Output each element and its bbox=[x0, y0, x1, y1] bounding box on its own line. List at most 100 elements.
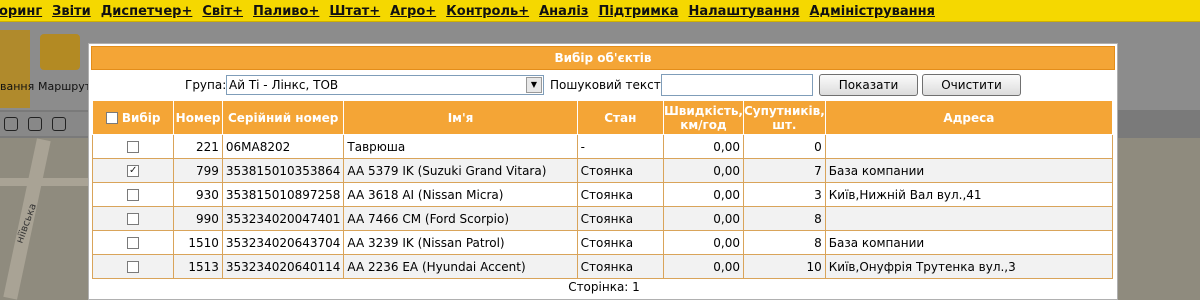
table-header-row: Вибір Номер Серійний номер Ім'я Стан Шви… bbox=[91, 100, 1114, 135]
cell-serial: 353234020640114 bbox=[221, 254, 345, 279]
background-map-tools bbox=[0, 112, 90, 153]
table-row[interactable]: 1513 353234020640114 AA 2236 EA (Hyundai… bbox=[91, 254, 1114, 279]
cell-name: AA 5379 IK (Suzuki Grand Vitara) bbox=[343, 158, 578, 183]
row-select-cell bbox=[91, 254, 175, 279]
cell-speed: 0,00 bbox=[662, 158, 744, 183]
header-serial: Серійний номер bbox=[221, 100, 345, 135]
show-button[interactable]: Показати bbox=[819, 74, 918, 96]
cell-state: Стоянка bbox=[576, 206, 664, 231]
row-select-cell bbox=[91, 206, 175, 231]
cell-name: Таврюша bbox=[343, 134, 578, 159]
cell-name: AA 7466 CM (Ford Scorpio) bbox=[343, 206, 578, 231]
cell-speed: 0,00 bbox=[662, 230, 744, 255]
header-address: Адреса bbox=[824, 100, 1114, 135]
menu-item-monitoring[interactable]: оринг bbox=[0, 4, 42, 19]
top-menu-bar: оринг Звіти Диспетчер+ Світ+ Паливо+ Шта… bbox=[0, 0, 1200, 22]
cell-satellites: 3 bbox=[742, 182, 826, 207]
clear-button[interactable]: Очистити bbox=[922, 74, 1021, 96]
menu-item-settings[interactable]: Налаштування bbox=[688, 4, 799, 19]
background-routes-button: Маршрути bbox=[36, 30, 98, 104]
group-select[interactable]: Ай Ті - Лінкс, ТОВ ▼ bbox=[226, 75, 544, 95]
background-map-right bbox=[1113, 138, 1200, 300]
menu-item-analysis[interactable]: Аналіз bbox=[539, 4, 588, 19]
table-row[interactable]: 990 353234020047401 AA 7466 CM (Ford Sco… bbox=[91, 206, 1114, 231]
search-input[interactable] bbox=[661, 74, 813, 96]
cell-number: 1510 bbox=[173, 230, 223, 255]
cell-speed: 0,00 bbox=[662, 182, 744, 207]
table-row[interactable]: 1510 353234020643704 AA 3239 IK (Nissan … bbox=[91, 230, 1114, 255]
map-road bbox=[0, 178, 90, 186]
menu-item-staff[interactable]: Штат+ bbox=[329, 4, 380, 19]
cell-name: AA 2236 EA (Hyundai Accent) bbox=[343, 254, 578, 279]
cell-serial: 353234020047401 bbox=[221, 206, 345, 231]
row-checkbox[interactable] bbox=[127, 213, 140, 225]
group-select-value: Ай Ті - Лінкс, ТОВ bbox=[229, 78, 339, 92]
header-satellites: Супутників, шт. bbox=[742, 100, 826, 135]
menu-item-world[interactable]: Світ+ bbox=[202, 4, 243, 19]
background-monitoring-button: вання bbox=[0, 30, 34, 108]
cell-satellites: 8 bbox=[742, 206, 826, 231]
minus-icon bbox=[27, 117, 42, 131]
cell-address: База компании bbox=[824, 158, 1114, 183]
header-number: Номер bbox=[173, 100, 223, 135]
cell-address: База компании bbox=[824, 230, 1114, 255]
select-all-checkbox[interactable] bbox=[105, 112, 118, 124]
cell-name: AA 3239 IK (Nissan Patrol) bbox=[343, 230, 578, 255]
table-row[interactable]: 221 06MA8202 Таврюша - 0,00 0 bbox=[91, 134, 1114, 159]
cell-speed: 0,00 bbox=[662, 134, 744, 159]
cell-address bbox=[824, 206, 1114, 231]
row-checkbox[interactable] bbox=[127, 141, 140, 153]
cell-speed: 0,00 bbox=[662, 254, 744, 279]
chevron-down-icon[interactable]: ▼ bbox=[526, 77, 542, 93]
cell-serial: 353815010897258 bbox=[221, 182, 345, 207]
cell-state: Стоянка bbox=[576, 254, 664, 279]
cell-satellites: 10 bbox=[742, 254, 826, 279]
table-row[interactable]: ✓ 799 353815010353864 AA 5379 IK (Suzuki… bbox=[91, 158, 1114, 183]
zoom-icon bbox=[4, 117, 18, 131]
cell-state: Стоянка bbox=[576, 158, 664, 183]
cell-number: 990 bbox=[173, 206, 223, 231]
cell-serial: 353815010353864 bbox=[221, 158, 345, 183]
row-checkbox[interactable]: ✓ bbox=[127, 165, 140, 177]
cell-number: 221 bbox=[173, 134, 223, 159]
menu-item-support[interactable]: Підтримка bbox=[598, 4, 678, 19]
object-selection-dialog: Вибір об'єктів Група: Ай Ті - Лінкс, ТОВ… bbox=[88, 43, 1118, 300]
group-label: Група: bbox=[185, 78, 227, 92]
menu-item-administration[interactable]: Адміністрування bbox=[810, 4, 935, 19]
objects-table: Вибір Номер Серійний номер Ім'я Стан Шви… bbox=[91, 100, 1114, 279]
row-select-cell bbox=[91, 182, 175, 207]
cell-address: Київ,Нижній Вал вул.,41 bbox=[824, 182, 1114, 207]
cell-address: Київ,Онуфрія Трутенка вул.,3 bbox=[824, 254, 1114, 279]
cell-serial: 353234020643704 bbox=[221, 230, 345, 255]
cell-state: Стоянка bbox=[576, 182, 664, 207]
row-checkbox[interactable] bbox=[127, 237, 140, 249]
row-select-cell: ✓ bbox=[91, 158, 175, 183]
menu-item-fuel[interactable]: Паливо+ bbox=[253, 4, 319, 19]
cell-number: 799 bbox=[173, 158, 223, 183]
menu-item-agro[interactable]: Агро+ bbox=[390, 4, 436, 19]
table-row[interactable]: 930 353815010897258 AA 3618 AI (Nissan M… bbox=[91, 182, 1114, 207]
menu-item-control[interactable]: Контроль+ bbox=[446, 4, 529, 19]
menu-item-reports[interactable]: Звіти bbox=[52, 4, 91, 19]
cell-state: Стоянка bbox=[576, 230, 664, 255]
row-checkbox[interactable] bbox=[127, 261, 140, 273]
header-speed: Швидкість, км/год bbox=[662, 100, 744, 135]
header-select: Вибір bbox=[91, 100, 175, 135]
cell-satellites: 8 bbox=[742, 230, 826, 255]
cell-speed: 0,00 bbox=[662, 206, 744, 231]
layer-icon bbox=[51, 117, 66, 131]
cell-state: - bbox=[576, 134, 664, 159]
cell-address bbox=[824, 134, 1114, 159]
cell-number: 1513 bbox=[173, 254, 223, 279]
pager: Сторінка: 1 bbox=[568, 280, 640, 294]
cell-serial: 06MA8202 bbox=[221, 134, 345, 159]
row-checkbox[interactable] bbox=[127, 189, 140, 201]
header-select-label: Вибір bbox=[121, 110, 161, 125]
cell-satellites: 7 bbox=[742, 158, 826, 183]
header-name: Ім'я bbox=[343, 100, 578, 135]
background-map: ніївська bbox=[0, 138, 90, 300]
truck-icon bbox=[40, 34, 80, 70]
menu-item-dispatcher[interactable]: Диспетчер+ bbox=[101, 4, 193, 19]
dialog-title: Вибір об'єктів bbox=[91, 46, 1115, 70]
filter-row: Група: Ай Ті - Лінкс, ТОВ ▼ Пошуковий те… bbox=[89, 74, 1119, 98]
